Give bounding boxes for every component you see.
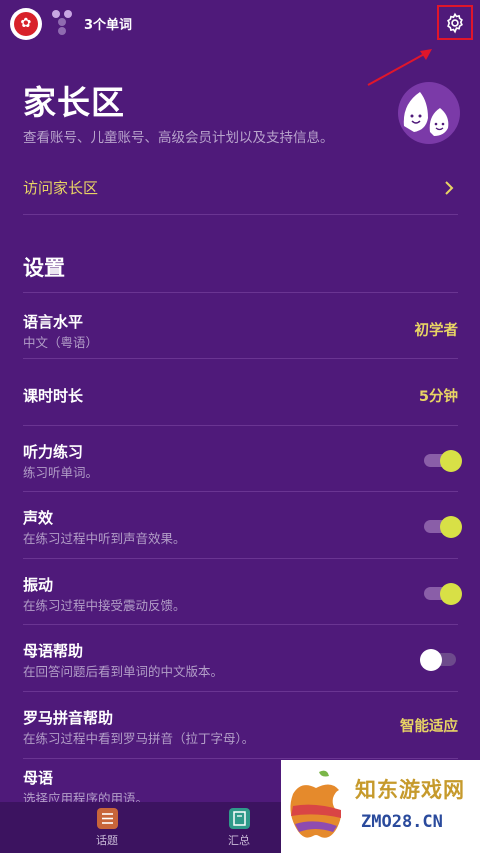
setting-lesson-duration[interactable]: 课时时长 5分钟 [23, 359, 458, 426]
parent-area-label: 访问家长区 [23, 179, 99, 197]
tab-label: 话题 [96, 834, 118, 847]
page-subtitle: 查看账号、儿童账号、高级会员计划以及支持信息。 [23, 130, 334, 146]
settings-heading: 设置 [23, 256, 65, 280]
setting-listening-practice: 听力练习 练习听单词。 [23, 426, 462, 492]
setting-subtitle: 在练习过程中接受震动反馈。 [23, 598, 186, 613]
setting-value: 5分钟 [418, 389, 458, 405]
watermark-text: 知东游戏网 [355, 778, 465, 802]
setting-title: 母语 [23, 769, 54, 787]
topics-list-icon [96, 808, 118, 829]
word-dots-icon [52, 10, 76, 36]
setting-native-help: 母语帮助 在回答问题后看到单词的中文版本。 [23, 625, 458, 692]
word-count: 3个单词 [84, 18, 133, 33]
tab-topics[interactable]: 话题 [57, 808, 157, 848]
setting-subtitle: 练习听单词。 [23, 465, 99, 480]
setting-value: 智能适应 [400, 719, 458, 735]
watermark: 知东游戏网 ZMO28.CN [281, 760, 480, 853]
tab-label: 汇总 [228, 834, 250, 847]
setting-title: 声效 [23, 509, 54, 527]
setting-sound-effects: 声效 在练习过程中听到声音效果。 [23, 492, 462, 559]
flag-emblem: ✿ [14, 12, 38, 36]
setting-vibration: 振动 在练习过程中接受震动反馈。 [23, 559, 462, 625]
listening-toggle[interactable] [424, 450, 462, 472]
tab-summary[interactable]: 汇总 [189, 808, 289, 848]
summary-book-icon [228, 808, 250, 829]
setting-title: 语言水平 [23, 313, 84, 331]
setting-language-level[interactable]: 语言水平 中文（粤语） 初学者 [23, 293, 458, 359]
setting-title: 罗马拼音帮助 [23, 709, 114, 727]
setting-subtitle: 中文（粤语） [23, 335, 99, 350]
mascot-icon [403, 92, 449, 136]
setting-subtitle: 在回答问题后看到单词的中文版本。 [23, 664, 224, 679]
mascot-avatar [398, 82, 460, 144]
settings-button[interactable] [437, 5, 473, 40]
watermark-url: ZMO28.CN [361, 812, 443, 832]
gear-icon [447, 12, 463, 33]
setting-title: 课时时长 [23, 387, 84, 405]
hong-kong-flag-icon[interactable]: ✿ [10, 8, 42, 40]
setting-romanization-help[interactable]: 罗马拼音帮助 在练习过程中看到罗马拼音（拉丁字母）。 智能适应 [23, 692, 458, 759]
setting-value: 初学者 [414, 323, 459, 339]
native-help-toggle[interactable] [420, 649, 458, 671]
vibration-toggle[interactable] [424, 583, 462, 605]
setting-title: 母语帮助 [23, 642, 84, 660]
setting-title: 振动 [23, 576, 54, 594]
setting-title: 听力练习 [23, 443, 84, 461]
chevron-right-icon [445, 181, 454, 195]
parent-area-link[interactable]: 访问家长区 [23, 160, 458, 215]
sound-effects-toggle[interactable] [424, 516, 462, 538]
setting-subtitle: 在练习过程中看到罗马拼音（拉丁字母）。 [23, 731, 255, 746]
apple-logo-icon [290, 770, 341, 838]
setting-subtitle: 在练习过程中听到声音效果。 [23, 531, 186, 546]
page-title: 家长区 [23, 83, 125, 122]
